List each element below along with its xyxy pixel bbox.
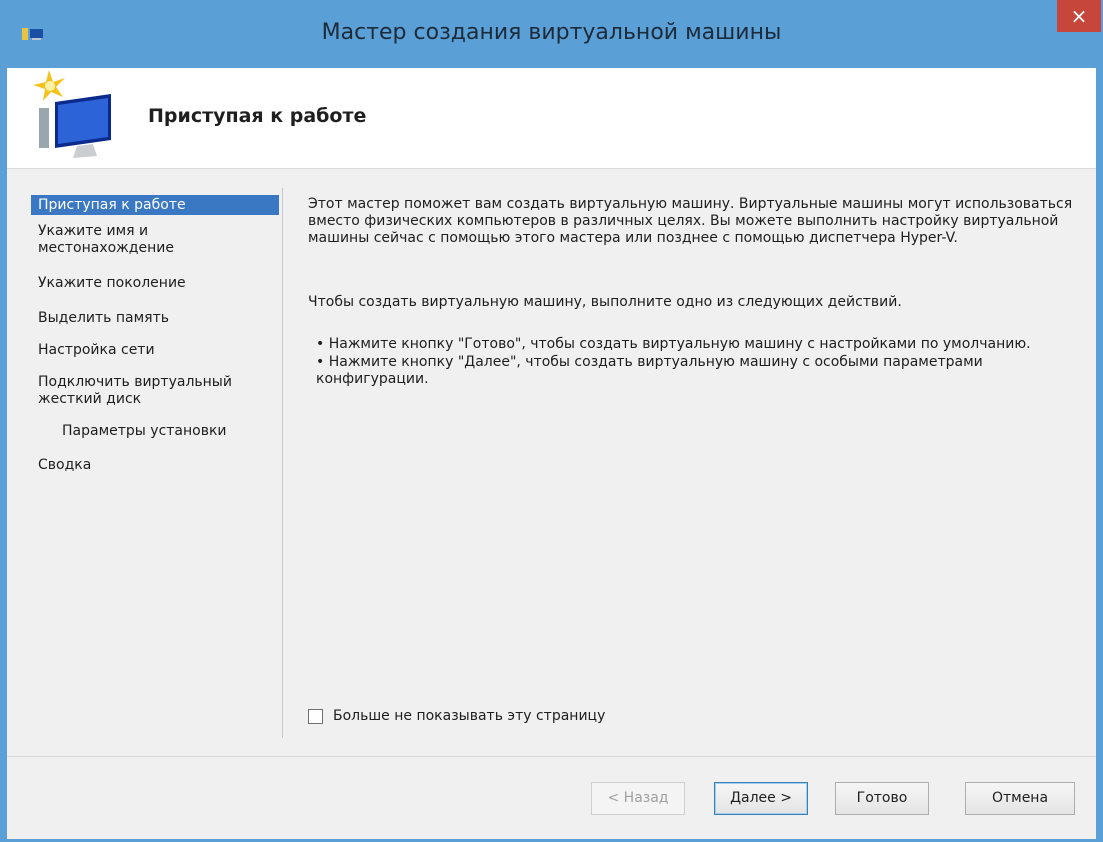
- wizard-header: Приступая к работе: [7, 68, 1096, 169]
- nav-item-install-options[interactable]: Параметры установки: [31, 423, 279, 440]
- back-button[interactable]: < Назад: [591, 782, 685, 815]
- dont-show-again-checkbox[interactable]: [308, 708, 323, 724]
- wizard-monitor-star-icon: [33, 70, 111, 158]
- cancel-button[interactable]: Отмена: [965, 782, 1075, 815]
- dont-show-again-label[interactable]: Больше не показывать эту страницу: [333, 708, 605, 724]
- instruction-text: Чтобы создать виртуальную машину, выполн…: [308, 294, 902, 310]
- finish-button[interactable]: Готово: [835, 782, 929, 815]
- nav-divider: [282, 188, 283, 738]
- nav-item-name-location[interactable]: Укажите имя и местонахождение: [31, 223, 279, 257]
- intro-text: Этот мастер поможет вам создать виртуаль…: [308, 196, 1073, 246]
- window-title: Мастер создания виртуальной машины: [321, 20, 782, 45]
- bullet-finish: • Нажмите кнопку "Готово", чтобы создать…: [316, 336, 1031, 352]
- nav-item-virtual-disk[interactable]: Подключить виртуальный жесткий диск: [31, 374, 279, 408]
- wizard-window: Мастер создания виртуальной машины × При…: [0, 0, 1103, 842]
- title-bar: Мастер создания виртуальной машины ×: [0, 0, 1103, 68]
- bullet-next: • Нажмите кнопку "Далее", чтобы создать …: [316, 354, 983, 387]
- close-button[interactable]: ×: [1057, 0, 1101, 32]
- nav-item-memory[interactable]: Выделить память: [31, 310, 279, 327]
- page-title: Приступая к работе: [148, 105, 367, 127]
- nav-item-getting-started[interactable]: Приступая к работе: [31, 195, 279, 215]
- next-button[interactable]: Далее >: [714, 782, 808, 815]
- nav-item-summary[interactable]: Сводка: [31, 457, 279, 474]
- nav-item-network[interactable]: Настройка сети: [31, 342, 279, 359]
- dont-show-again-row[interactable]: Больше не показывать эту страницу: [308, 708, 605, 724]
- nav-item-generation[interactable]: Укажите поколение: [31, 275, 279, 292]
- wizard-client-area: Приступая к работе Приступая к работе Ук…: [7, 68, 1096, 839]
- footer-divider: [7, 756, 1096, 757]
